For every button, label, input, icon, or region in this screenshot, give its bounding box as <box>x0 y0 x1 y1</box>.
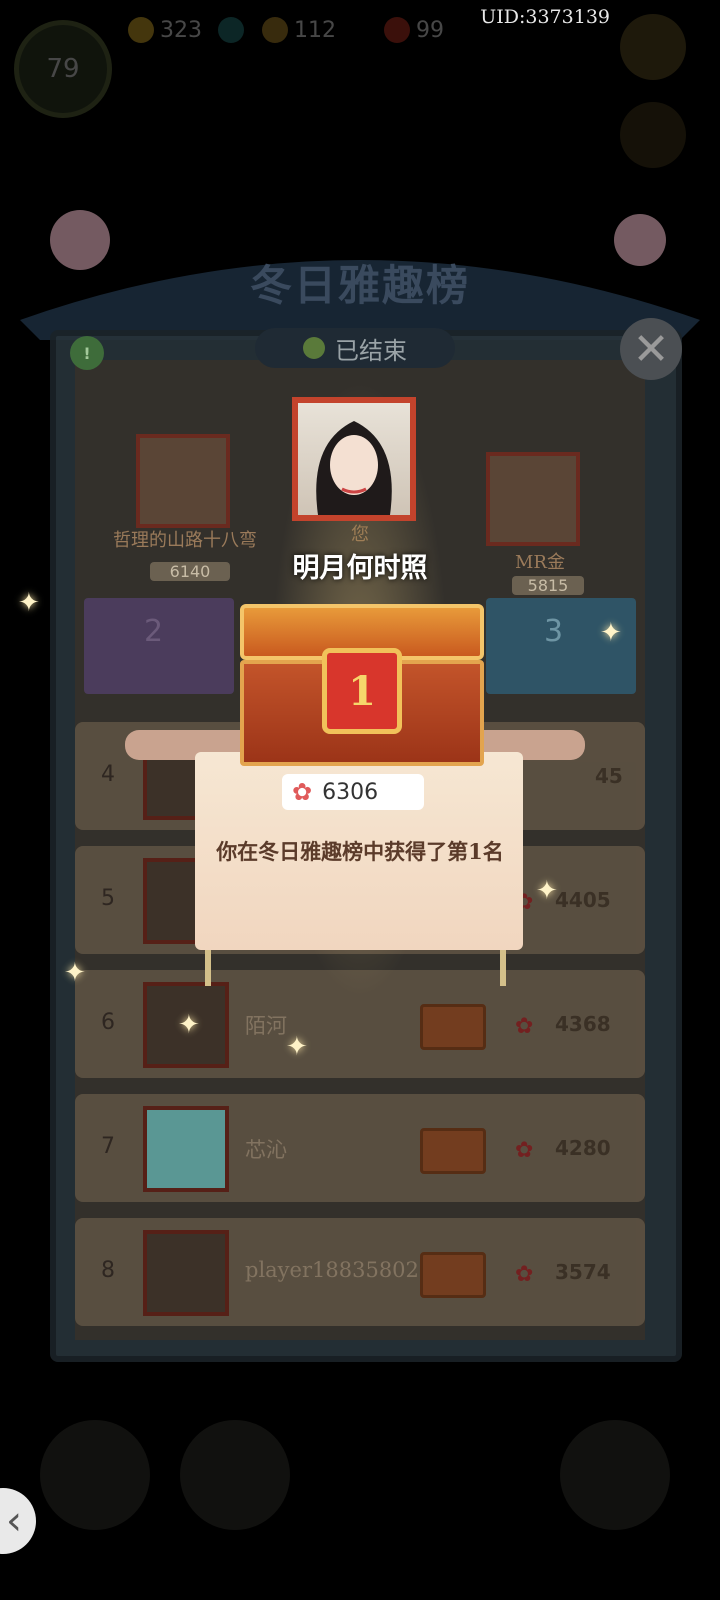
resource-ingot[interactable]: 99 <box>384 14 444 46</box>
resource-gold[interactable]: 112 <box>262 14 336 46</box>
sparkle-icon: ✦ <box>178 1010 200 1040</box>
result-score: ✿ 6306 <box>282 774 424 810</box>
flower-icon: ✿ <box>292 778 313 806</box>
row-player-name: player18835802 <box>245 1258 419 1282</box>
flower-icon: ✿ <box>515 1014 534 1039</box>
nav-button-1[interactable] <box>40 1420 150 1530</box>
sparkle-icon: ✦ <box>286 1032 308 1062</box>
close-icon: ✕ <box>632 323 670 375</box>
tassel-left <box>205 950 211 986</box>
row-score: 3574 <box>555 1260 611 1284</box>
resource-energy[interactable]: 323 <box>128 14 202 46</box>
resource-coin[interactable] <box>218 14 244 46</box>
nav-button-3[interactable] <box>560 1420 670 1530</box>
back-arrow-icon: ‹ <box>6 1498 22 1544</box>
lightning-icon <box>128 17 154 43</box>
row-score: 4280 <box>555 1136 611 1160</box>
winner-avatar <box>292 397 416 521</box>
chest-icon[interactable] <box>420 1004 486 1050</box>
podium-rank-3: 3 <box>544 614 564 649</box>
check-icon <box>303 337 325 359</box>
nav-button-2[interactable] <box>180 1420 290 1530</box>
row-score: 45 <box>595 764 623 788</box>
energy-value: 323 <box>160 17 202 43</box>
result-message: 你在冬日雅趣榜中获得了第1名 <box>216 839 504 864</box>
row-player-name: 芯沁 <box>245 1138 287 1162</box>
result-score-value: 6306 <box>322 779 379 805</box>
uid-label: UID:3373139 <box>480 6 610 28</box>
info-icon[interactable]: ! <box>70 336 104 370</box>
table-row[interactable]: 8 player18835802 ✿ 3574 <box>75 1218 645 1326</box>
avatar[interactable] <box>143 1106 229 1192</box>
status-text: 已结束 <box>335 336 407 365</box>
podium-rank-2: 2 <box>144 614 164 649</box>
row-player-name: 陌河 <box>245 1014 287 1038</box>
row-rank: 7 <box>101 1134 115 1159</box>
mail-button[interactable] <box>620 14 686 80</box>
podium-avatar-3[interactable] <box>486 452 580 546</box>
back-button[interactable]: ‹ <box>0 1488 36 1554</box>
podium-block-2: 2 <box>84 598 234 694</box>
row-score: 4405 <box>555 888 611 912</box>
top-hud: 79 323 112 99 <box>0 0 720 168</box>
sparkle-icon: ✦ <box>64 958 86 988</box>
sparkle-icon: ✦ <box>536 876 558 906</box>
podium-score-2: 6140 <box>150 562 230 581</box>
row-rank: 4 <box>101 762 115 787</box>
close-button[interactable]: ✕ <box>620 318 682 380</box>
podium-name-3: MR金 <box>515 552 565 573</box>
tassel-right <box>500 950 506 986</box>
ingot-icon <box>384 17 410 43</box>
status-badge: 已结束 <box>255 328 455 368</box>
row-score: 4368 <box>555 1012 611 1036</box>
podium-avatar-2[interactable] <box>136 434 230 528</box>
gold-icon <box>262 17 288 43</box>
ingot-value: 99 <box>416 17 444 43</box>
level-badge[interactable]: 79 <box>14 20 112 118</box>
sparkle-icon: ✦ <box>600 618 622 648</box>
avatar[interactable] <box>143 1230 229 1316</box>
row-rank: 8 <box>101 1258 115 1283</box>
rank-medal: 1 <box>322 648 402 734</box>
podium-score-3: 5815 <box>512 576 584 595</box>
coin-icon <box>218 17 244 43</box>
chest-icon[interactable] <box>420 1252 486 1298</box>
row-rank: 6 <box>101 1010 115 1035</box>
leaderboard-title: 冬日雅趣榜 <box>249 261 470 310</box>
row-rank: 5 <box>101 886 115 911</box>
coin-value: 112 <box>294 17 336 43</box>
chest-icon[interactable] <box>420 1128 486 1174</box>
flower-icon: ✿ <box>515 1138 534 1163</box>
menu-button[interactable] <box>620 102 686 168</box>
portrait-illustration <box>316 421 392 515</box>
table-row[interactable]: 7 芯沁 ✿ 4280 <box>75 1094 645 1202</box>
sparkle-icon: ✦ <box>18 588 40 618</box>
flower-icon: ✿ <box>515 1262 534 1287</box>
winner-name: 明月何时照 <box>292 553 428 584</box>
